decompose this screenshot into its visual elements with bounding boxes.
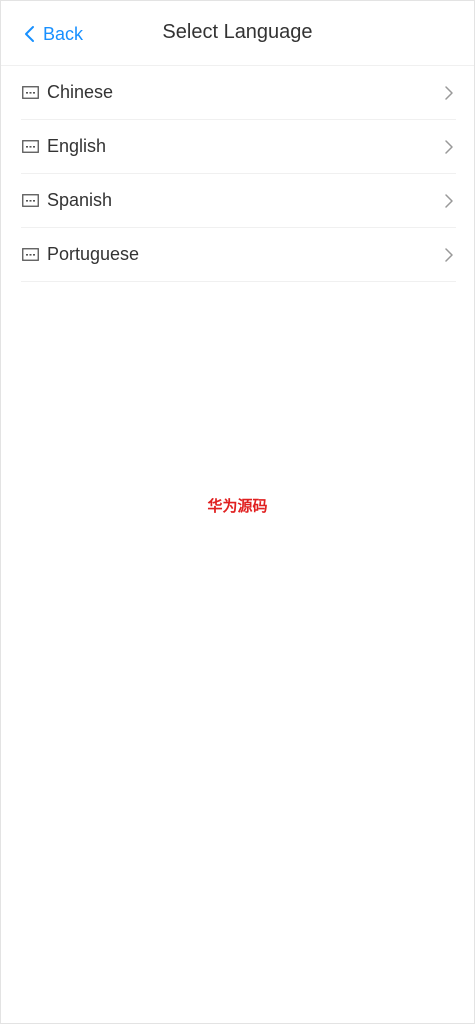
language-item-spanish[interactable]: Spanish [21, 174, 456, 228]
app-screen: Back Select Language Chinese English Spa… [0, 0, 475, 1024]
language-item-english[interactable]: English [21, 120, 456, 174]
watermark-text: 华为源码 [207, 497, 268, 515]
back-button[interactable]: Back [23, 21, 83, 47]
back-label: Back [43, 23, 84, 44]
keyboard-icon [22, 140, 39, 153]
chevron-right-icon [445, 85, 453, 100]
language-label: Portuguese [47, 244, 140, 264]
chevron-right-icon [445, 247, 453, 262]
language-item-chinese[interactable]: Chinese [21, 66, 456, 120]
keyboard-icon [22, 86, 39, 99]
language-list: Chinese English Spanish Portuguese [21, 66, 456, 282]
keyboard-icon [22, 194, 39, 207]
nav-bar: Back Select Language [1, 1, 474, 66]
chevron-right-icon [445, 139, 453, 154]
language-label: Chinese [47, 82, 114, 102]
chevron-left-icon [25, 26, 34, 42]
keyboard-icon [22, 248, 39, 261]
language-label: English [47, 136, 107, 156]
language-item-portuguese[interactable]: Portuguese [21, 228, 456, 282]
language-label: Spanish [47, 190, 113, 210]
chevron-right-icon [445, 193, 453, 208]
